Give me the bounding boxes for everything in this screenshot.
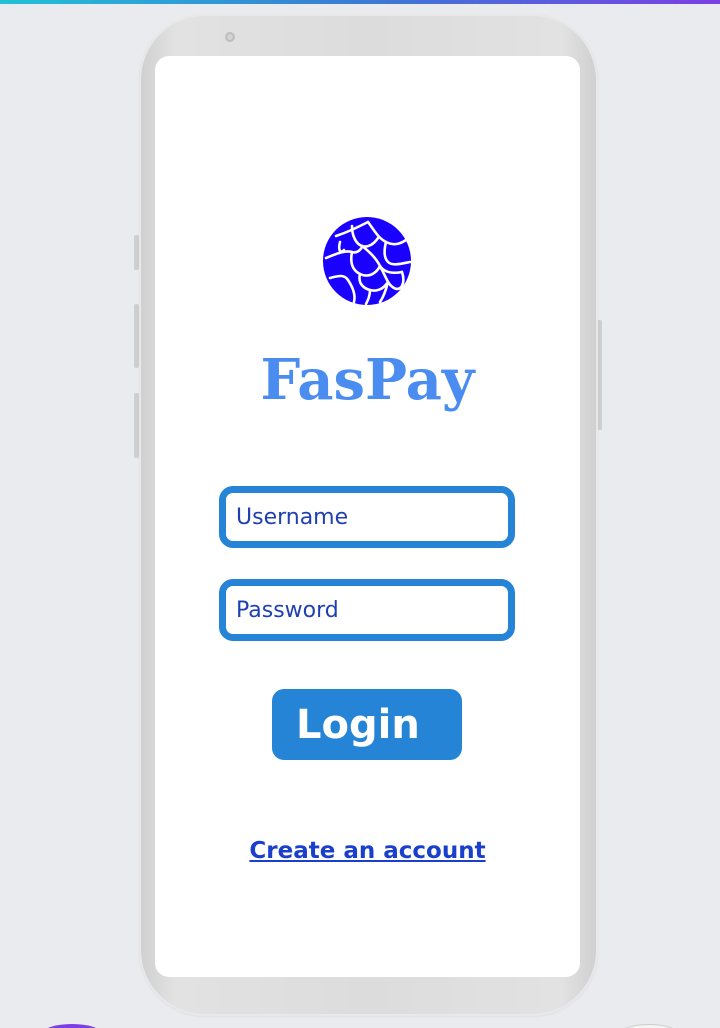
phone-camera [225, 32, 235, 42]
corner-decoration-left [42, 1024, 102, 1028]
password-input[interactable] [219, 579, 515, 641]
username-input[interactable] [219, 486, 515, 548]
app-title: FasPay [260, 347, 475, 413]
globe-icon [323, 217, 412, 306]
corner-decoration-right [618, 1024, 680, 1028]
page: FasPay Login Create an account [0, 0, 720, 1028]
login-button[interactable]: Login [272, 689, 462, 760]
top-accent-bar [0, 0, 720, 4]
create-account-link[interactable]: Create an account [200, 838, 535, 864]
